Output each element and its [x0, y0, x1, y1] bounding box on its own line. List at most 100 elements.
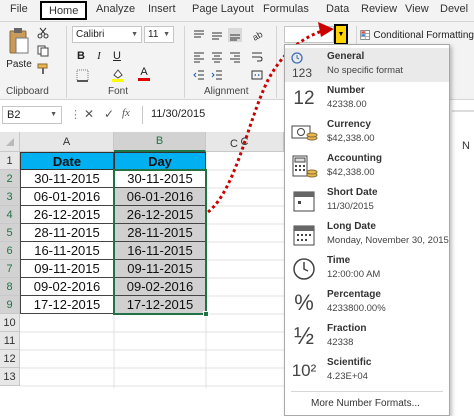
row-header[interactable]: 7 [0, 260, 20, 278]
row-header[interactable]: 4 [0, 206, 20, 224]
column-header-b[interactable]: B [114, 132, 206, 152]
row-header[interactable]: 3 [0, 188, 20, 206]
align-middle-icon[interactable] [210, 28, 224, 42]
day-cell[interactable]: 09-11-2015 [114, 260, 206, 278]
orientation-icon[interactable]: ab [250, 28, 264, 42]
format-option-example: $42,338.00 [327, 167, 375, 178]
format-option-scientific[interactable]: 10² Scientific 4.23E+04 [285, 354, 449, 388]
cancel-icon[interactable]: ✕ [84, 107, 94, 121]
bold-button[interactable]: B [74, 48, 88, 64]
fill-color-icon[interactable] [110, 66, 126, 82]
day-cell[interactable]: 28-11-2015 [114, 224, 206, 242]
number-format-dropdown-button[interactable]: ▼ [334, 24, 348, 45]
tab-file[interactable]: File [10, 3, 28, 15]
format-option-number[interactable]: 12 Number 42338.00 [285, 82, 449, 116]
align-left-icon[interactable] [192, 50, 206, 64]
row-header[interactable]: 5 [0, 224, 20, 242]
row-header[interactable]: 9 [0, 296, 20, 314]
day-cell[interactable]: 16-11-2015 [114, 242, 206, 260]
row-header[interactable]: 2 [0, 170, 20, 188]
date-cell[interactable]: 06-01-2016 [20, 188, 114, 206]
date-cell[interactable]: 16-11-2015 [20, 242, 114, 260]
merge-center-icon[interactable] [250, 68, 264, 82]
date-cell[interactable]: 17-12-2015 [20, 296, 114, 314]
day-cell[interactable]: 06-01-2016 [114, 188, 206, 206]
column-header-c[interactable]: C [206, 132, 284, 152]
italic-button[interactable]: I [92, 48, 106, 64]
cut-icon[interactable] [36, 26, 50, 40]
format-option-fraction[interactable]: ½ Fraction 42338 [285, 320, 449, 354]
tab-developer[interactable]: Devel [440, 3, 468, 15]
format-option-example: 11/30/2015 [327, 201, 374, 212]
tab-formulas[interactable]: Formulas [263, 3, 309, 15]
column-header-a[interactable]: A [20, 132, 114, 152]
paste-button[interactable]: Paste [3, 58, 35, 70]
tab-data[interactable]: Data [326, 3, 349, 15]
align-top-icon[interactable] [192, 28, 206, 42]
date-header-cell[interactable]: Date [20, 152, 114, 170]
enter-checkmark-icon[interactable]: ✓ [104, 107, 114, 121]
tab-view[interactable]: View [405, 3, 429, 15]
date-cell[interactable]: 30-11-2015 [20, 170, 114, 188]
format-option-name: Long Date [327, 221, 376, 232]
decrease-indent-icon[interactable] [192, 68, 206, 82]
align-bottom-icon[interactable] [228, 28, 242, 42]
format-option-long-date[interactable]: Long Date Monday, November 30, 2015 [285, 218, 449, 252]
number-format-select[interactable] [284, 26, 334, 43]
row-header[interactable]: 10 [0, 314, 20, 332]
day-cell[interactable]: 30-11-2015 [114, 170, 206, 188]
name-box[interactable]: B2 ▼ [2, 106, 62, 124]
tab-review[interactable]: Review [361, 3, 397, 15]
insert-function-icon[interactable]: fx [122, 107, 130, 119]
name-box-value: B2 [7, 109, 21, 121]
format-option-example: 4.23E+04 [327, 371, 368, 382]
number-glyph: 12 [293, 88, 315, 109]
select-all-corner[interactable] [0, 132, 20, 152]
more-number-formats-link[interactable]: More Number Formats... [311, 398, 420, 409]
align-center-icon[interactable] [210, 50, 224, 64]
format-painter-icon[interactable] [36, 62, 50, 76]
date-cell[interactable]: 26-12-2015 [20, 206, 114, 224]
day-cell[interactable]: 17-12-2015 [114, 296, 206, 314]
tab-home[interactable]: Home [40, 1, 88, 20]
font-name-select[interactable]: Calibri ▼ [72, 26, 142, 43]
row-header[interactable]: 1 [0, 152, 20, 170]
paste-icon[interactable] [6, 26, 32, 58]
date-cell[interactable]: 09-11-2015 [20, 260, 114, 278]
format-option-accounting[interactable]: Accounting $42,338.00 [285, 150, 449, 184]
align-right-icon[interactable] [228, 50, 242, 64]
increase-indent-icon[interactable] [210, 68, 224, 82]
day-cell[interactable]: 09-02-2016 [114, 278, 206, 296]
format-option-general[interactable]: 123 General No specific format [285, 48, 449, 82]
row-header[interactable]: 6 [0, 242, 20, 260]
wrap-text-icon[interactable] [250, 50, 264, 64]
tab-analyze[interactable]: Analyze [96, 3, 135, 15]
underline-button[interactable]: U [110, 48, 124, 64]
ribbon-tab-bar: File Home Analyze Insert Page Layout For… [0, 0, 474, 22]
format-option-time[interactable]: Time 12:00:00 AM [285, 252, 449, 286]
fill-handle[interactable] [203, 311, 209, 317]
conditional-formatting-button[interactable]: Conditional Formatting [360, 26, 474, 44]
row-header[interactable]: 12 [0, 350, 20, 368]
row-header[interactable]: 13 [0, 368, 20, 386]
font-size-select[interactable]: 11 ▼ [144, 26, 174, 43]
font-color-icon[interactable]: A [136, 66, 152, 82]
tab-insert[interactable]: Insert [148, 3, 176, 15]
borders-icon[interactable] [74, 68, 90, 82]
tab-page-layout[interactable]: Page Layout [192, 3, 254, 15]
font-group-label: Font [108, 86, 129, 97]
percent-glyph: % [294, 290, 314, 315]
date-cell[interactable]: 09-02-2016 [20, 278, 114, 296]
day-cell[interactable]: 26-12-2015 [114, 206, 206, 224]
formula-input[interactable]: 11/30/2015 [142, 106, 284, 124]
row-header[interactable]: 11 [0, 332, 20, 350]
copy-icon[interactable] [36, 44, 50, 58]
day-header-cell[interactable]: Day [114, 152, 206, 170]
format-option-short-date[interactable]: Short Date 11/30/2015 [285, 184, 449, 218]
row-header[interactable]: 8 [0, 278, 20, 296]
date-cell[interactable]: 28-11-2015 [20, 224, 114, 242]
format-option-percentage[interactable]: % Percentage 4233800.00% [285, 286, 449, 320]
formula-value: 11/30/2015 [151, 108, 206, 120]
format-option-name: Time [327, 255, 351, 266]
format-option-currency[interactable]: Currency $42,338.00 [285, 116, 449, 150]
